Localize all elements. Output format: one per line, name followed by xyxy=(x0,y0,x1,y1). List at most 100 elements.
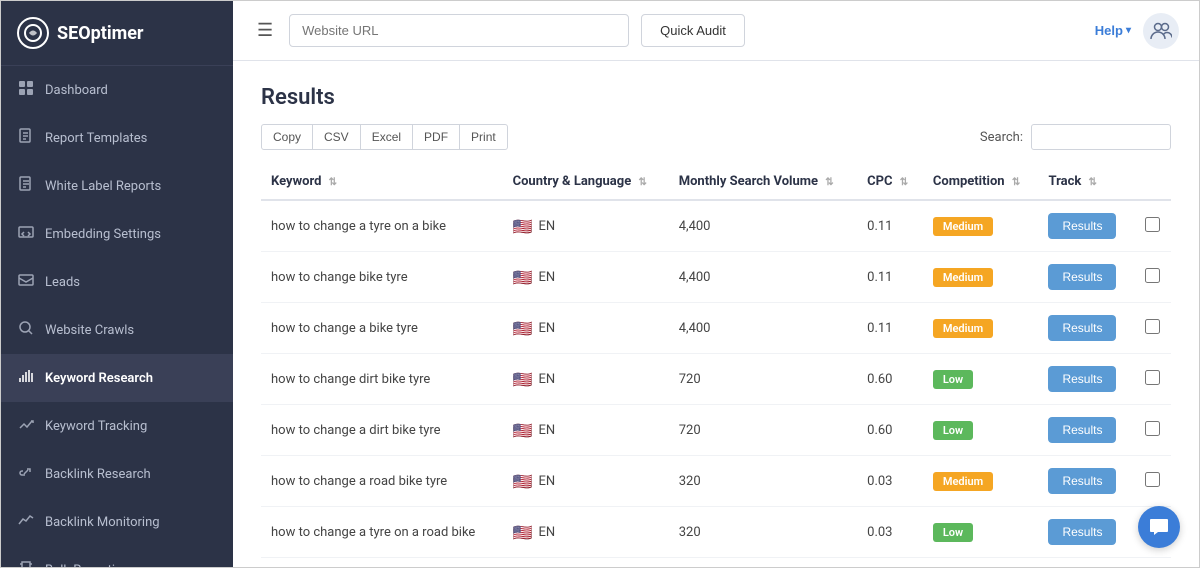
content-area: Results CopyCSVExcelPDFPrint Search: Key… xyxy=(233,61,1199,567)
users-icon[interactable] xyxy=(1143,13,1179,49)
help-button[interactable]: Help ▾ xyxy=(1095,23,1131,38)
cell-track xyxy=(1133,354,1171,405)
action-btn-excel[interactable]: Excel xyxy=(360,124,413,150)
cell-keyword: how to change a tyre on a bike xyxy=(261,200,503,252)
action-buttons-row: CopyCSVExcelPDFPrint Search: xyxy=(261,124,1171,150)
track-checkbox[interactable] xyxy=(1145,268,1160,283)
url-input[interactable] xyxy=(289,14,629,47)
cell-results: Results xyxy=(1038,456,1133,507)
results-button[interactable]: Results xyxy=(1048,417,1116,443)
action-btn-csv[interactable]: CSV xyxy=(312,124,361,150)
help-chevron-icon: ▾ xyxy=(1126,25,1131,36)
results-button[interactable]: Results xyxy=(1048,519,1116,545)
cell-track xyxy=(1133,405,1171,456)
page-frame: SEOptimer Dashboard Report Templates Whi… xyxy=(0,0,1200,568)
sidebar-item-label-bulk-reporting: Bulk Reporting xyxy=(45,563,129,568)
dashboard-icon xyxy=(17,80,35,100)
action-btn-pdf[interactable]: PDF xyxy=(412,124,460,150)
sort-icon-cpc: ⇅ xyxy=(900,177,908,188)
cell-cpc: 0.03 xyxy=(857,456,923,507)
competition-badge: Low xyxy=(933,421,973,440)
table-row: how to change a road bike tyre🇺🇸EN3200.0… xyxy=(261,456,1171,507)
col-header-competition[interactable]: Competition ⇅ xyxy=(923,164,1039,200)
results-button[interactable]: Results xyxy=(1048,315,1116,341)
cell-volume: 320 xyxy=(669,507,857,558)
sidebar-item-embedding-settings[interactable]: Embedding Settings xyxy=(1,210,233,258)
sort-icon-country: ⇅ xyxy=(638,177,646,188)
cell-country: 🇺🇸EN xyxy=(503,507,669,558)
chat-bubble[interactable] xyxy=(1138,506,1180,548)
cell-cpc: 0.03 xyxy=(857,507,923,558)
sidebar-item-label-leads: Leads xyxy=(45,275,80,290)
table-row: how to change a bike tyre🇺🇸EN4,4000.11Me… xyxy=(261,303,1171,354)
results-button[interactable]: Results xyxy=(1048,213,1116,239)
competition-badge: Medium xyxy=(933,319,993,338)
table-row: how to change bike tyre🇺🇸EN4,4000.11Medi… xyxy=(261,252,1171,303)
page-title: Results xyxy=(261,85,1171,110)
action-buttons-group: CopyCSVExcelPDFPrint xyxy=(261,124,508,150)
backlink-monitoring-icon xyxy=(17,512,35,532)
table-row: how to change a tyre on a road bike🇺🇸EN3… xyxy=(261,507,1171,558)
action-btn-print[interactable]: Print xyxy=(459,124,508,150)
cell-keyword: how to change dirt bike tyre xyxy=(261,354,503,405)
track-checkbox[interactable] xyxy=(1145,217,1160,232)
col-header-volume[interactable]: Monthly Search Volume ⇅ xyxy=(669,164,857,200)
competition-badge: Low xyxy=(933,370,973,389)
backlink-research-icon xyxy=(17,464,35,484)
flag-icon: 🇺🇸 xyxy=(513,268,533,287)
track-checkbox[interactable] xyxy=(1145,421,1160,436)
sidebar-item-leads[interactable]: Leads xyxy=(1,258,233,306)
cell-track xyxy=(1133,456,1171,507)
results-button[interactable]: Results xyxy=(1048,468,1116,494)
sidebar-item-label-keyword-research: Keyword Research xyxy=(45,371,153,386)
cell-competition: Medium xyxy=(923,200,1039,252)
quick-audit-button[interactable]: Quick Audit xyxy=(641,14,745,47)
sort-icon-keyword: ⇅ xyxy=(329,177,337,188)
track-checkbox[interactable] xyxy=(1145,472,1160,487)
results-table: Keyword ⇅Country & Language ⇅Monthly Sea… xyxy=(261,164,1171,558)
cell-competition: Medium xyxy=(923,303,1039,354)
sidebar-item-report-templates[interactable]: Report Templates xyxy=(1,114,233,162)
cell-country: 🇺🇸EN xyxy=(503,252,669,303)
sidebar-item-bulk-reporting[interactable]: Bulk Reporting xyxy=(1,546,233,567)
results-button[interactable]: Results xyxy=(1048,366,1116,392)
hamburger-button[interactable]: ☰ xyxy=(253,16,277,45)
track-checkbox[interactable] xyxy=(1145,319,1160,334)
white-label-reports-icon xyxy=(17,176,35,196)
cell-results: Results xyxy=(1038,252,1133,303)
cell-volume: 320 xyxy=(669,456,857,507)
action-btn-copy[interactable]: Copy xyxy=(261,124,313,150)
col-header-cpc[interactable]: CPC ⇅ xyxy=(857,164,923,200)
sort-icon-volume: ⇅ xyxy=(825,177,833,188)
sidebar-item-dashboard[interactable]: Dashboard xyxy=(1,66,233,114)
sidebar-item-backlink-research[interactable]: Backlink Research xyxy=(1,450,233,498)
search-label: Search: xyxy=(980,130,1023,145)
topbar: ☰ Quick Audit Help ▾ xyxy=(233,1,1199,61)
sidebar-item-keyword-tracking[interactable]: Keyword Tracking xyxy=(1,402,233,450)
cell-volume: 4,400 xyxy=(669,303,857,354)
search-input[interactable] xyxy=(1031,124,1171,150)
sidebar-item-keyword-research[interactable]: Keyword Research xyxy=(1,354,233,402)
col-header-keyword[interactable]: Keyword ⇅ xyxy=(261,164,503,200)
cell-keyword: how to change a road bike tyre xyxy=(261,456,503,507)
cell-results: Results xyxy=(1038,405,1133,456)
keyword-research-icon xyxy=(17,368,35,388)
track-checkbox[interactable] xyxy=(1145,370,1160,385)
table-row: how to change a tyre on a bike🇺🇸EN4,4000… xyxy=(261,200,1171,252)
cell-cpc: 0.11 xyxy=(857,252,923,303)
leads-icon xyxy=(17,272,35,292)
sidebar-item-label-embedding-settings: Embedding Settings xyxy=(45,227,161,242)
sort-icon-track: ⇅ xyxy=(1089,177,1097,188)
sidebar-item-white-label-reports[interactable]: White Label Reports xyxy=(1,162,233,210)
sidebar-item-backlink-monitoring[interactable]: Backlink Monitoring xyxy=(1,498,233,546)
competition-badge: Medium xyxy=(933,268,993,287)
col-header-country[interactable]: Country & Language ⇅ xyxy=(503,164,669,200)
table-row: how to change dirt bike tyre🇺🇸EN7200.60L… xyxy=(261,354,1171,405)
cell-cpc: 0.11 xyxy=(857,200,923,252)
sidebar-item-website-crawls[interactable]: Website Crawls xyxy=(1,306,233,354)
results-button[interactable]: Results xyxy=(1048,264,1116,290)
col-header-track[interactable]: Track ⇅ xyxy=(1038,164,1133,200)
cell-results: Results xyxy=(1038,354,1133,405)
sidebar-item-label-dashboard: Dashboard xyxy=(45,83,108,98)
cell-results: Results xyxy=(1038,200,1133,252)
